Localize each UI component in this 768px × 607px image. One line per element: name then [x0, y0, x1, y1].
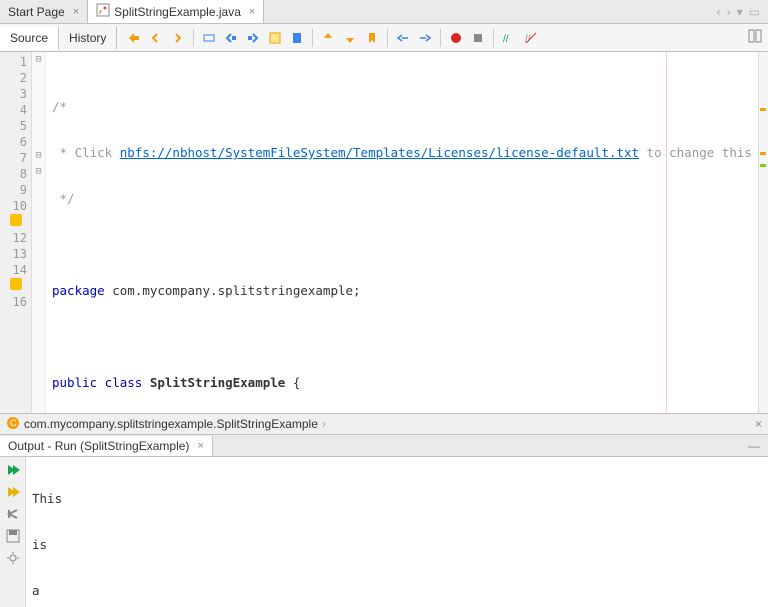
svg-text:C: C — [10, 418, 17, 428]
close-icon[interactable]: × — [197, 440, 203, 452]
macro-stop-icon[interactable] — [469, 29, 487, 47]
shift-right-icon[interactable] — [416, 29, 434, 47]
toggle-bookmark-icon[interactable] — [363, 29, 381, 47]
save-output-icon[interactable] — [4, 527, 22, 545]
dropdown-icon[interactable]: ▾ — [737, 5, 743, 19]
tab-label: SplitStringExample.java — [114, 5, 241, 19]
editor-toolbar: // // — [117, 29, 548, 47]
suggestion-bulb-icon[interactable] — [10, 214, 22, 226]
svg-text://: // — [503, 34, 509, 45]
nav-right-icon[interactable]: › — [727, 5, 731, 19]
margin-guide — [666, 52, 667, 413]
tab-java-file[interactable]: SplitStringExample.java × — [88, 0, 264, 23]
code-editor[interactable]: 1 2 3 4 5 6 7 8 9 10 12 13 14 16 ⊟ ⊟ ⊟ /… — [0, 52, 768, 413]
find-selection-icon[interactable] — [200, 29, 218, 47]
error-stripe[interactable] — [758, 52, 768, 413]
output-tab-label: Output - Run (SplitStringExample) — [8, 439, 189, 453]
find-next-icon[interactable] — [244, 29, 262, 47]
prev-bookmark-icon[interactable] — [319, 29, 337, 47]
separator — [312, 29, 313, 47]
shift-left-icon[interactable] — [394, 29, 412, 47]
output-console[interactable]: This is a sample string to split. ------… — [26, 457, 768, 607]
code-content[interactable]: /* * Click nbfs://nbhost/SystemFileSyste… — [46, 52, 768, 413]
close-icon[interactable]: × — [73, 6, 79, 18]
separator — [193, 29, 194, 47]
separator — [440, 29, 441, 47]
maximize-icon[interactable]: ▭ — [749, 5, 760, 19]
settings-output-icon[interactable] — [4, 549, 22, 567]
macro-record-icon[interactable] — [447, 29, 465, 47]
output-header: Output - Run (SplitStringExample) × — — [0, 435, 768, 457]
tab-start-page[interactable]: Start Page × — [0, 0, 88, 23]
uncomment-icon[interactable]: // — [522, 29, 540, 47]
line-gutter: 1 2 3 4 5 6 7 8 9 10 12 13 14 16 — [0, 52, 32, 413]
minimize-icon[interactable]: — — [748, 439, 768, 453]
java-file-icon — [96, 3, 110, 20]
editor-subtabs: Source History // // — [0, 24, 768, 52]
subtab-source[interactable]: Source — [0, 27, 59, 50]
warning-mark-icon[interactable] — [760, 108, 766, 111]
breadcrumb-text[interactable]: com.mycompany.splitstringexample.SplitSt… — [24, 417, 318, 431]
close-icon[interactable]: × — [249, 6, 255, 18]
rerun-alt-icon[interactable] — [4, 483, 22, 501]
subtab-history[interactable]: History — [59, 27, 117, 49]
forward-icon[interactable] — [169, 29, 187, 47]
breadcrumb-bar: C com.mycompany.splitstringexample.Split… — [0, 413, 768, 435]
toggle-highlight-icon[interactable] — [266, 29, 284, 47]
template-link[interactable]: nbfs://nbhost/SystemFileSystem/Templates… — [120, 145, 639, 160]
fold-toggle-icon[interactable]: ⊟ — [32, 164, 45, 180]
suggestion-bulb-icon[interactable] — [10, 278, 22, 290]
nav-left-icon[interactable]: ‹ — [717, 5, 721, 19]
class-icon: C — [6, 416, 20, 433]
next-bookmark-icon[interactable] — [341, 29, 359, 47]
tab-controls: ‹ › ▾ ▭ — [717, 5, 768, 19]
output-tab[interactable]: Output - Run (SplitStringExample) × — [0, 436, 213, 456]
chevron-right-icon: › — [322, 417, 326, 431]
output-toolbar — [0, 457, 26, 607]
bookmark-toggle-icon[interactable] — [288, 29, 306, 47]
rerun-icon[interactable] — [4, 461, 22, 479]
output-panel: This is a sample string to split. ------… — [0, 457, 768, 607]
separator — [493, 29, 494, 47]
stop-icon[interactable] — [4, 505, 22, 523]
warning-mark-icon[interactable] — [760, 152, 766, 155]
last-edit-icon[interactable] — [125, 29, 143, 47]
tab-label: Start Page — [8, 5, 65, 19]
comment-icon[interactable]: // — [500, 29, 518, 47]
file-tabs: Start Page × SplitStringExample.java × ‹… — [0, 0, 768, 24]
caret-mark-icon[interactable] — [760, 164, 766, 167]
fold-toggle-icon[interactable]: ⊟ — [32, 148, 45, 164]
find-prev-icon[interactable] — [222, 29, 240, 47]
close-icon[interactable]: × — [755, 417, 762, 431]
fold-toggle-icon[interactable]: ⊟ — [32, 52, 45, 68]
back-icon[interactable] — [147, 29, 165, 47]
fold-column: ⊟ ⊟ ⊟ — [32, 52, 46, 413]
split-icon[interactable] — [748, 29, 768, 46]
separator — [387, 29, 388, 47]
